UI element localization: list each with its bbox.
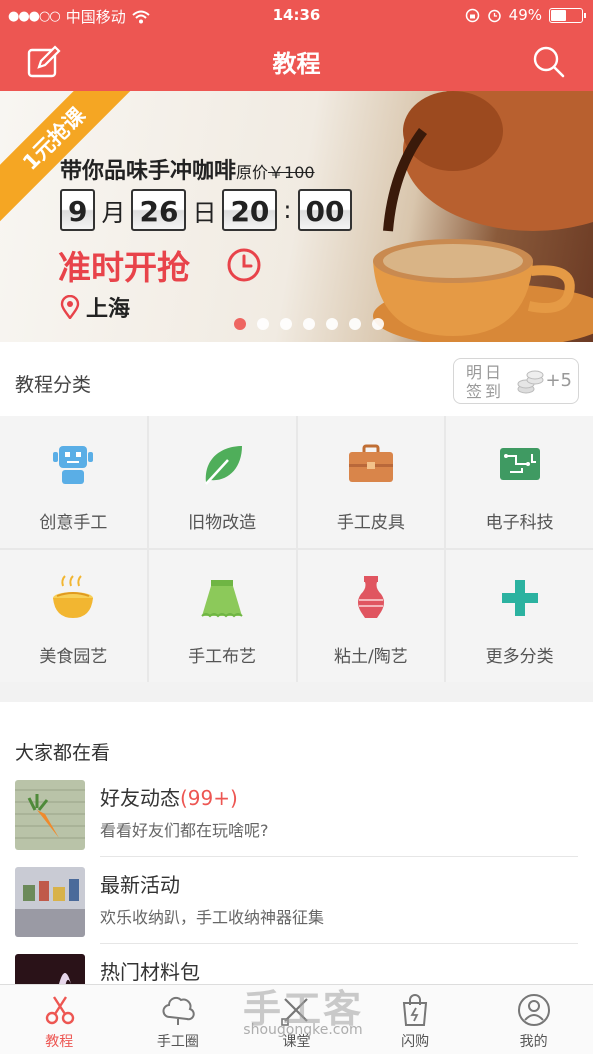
- list-item-title: 好友动态(99+): [100, 782, 238, 811]
- promo-title-text: 带你品味手冲咖啡: [60, 159, 237, 184]
- rotation-lock-icon: [465, 8, 479, 22]
- divider: [100, 943, 578, 944]
- category-food-garden[interactable]: 美食园艺: [0, 550, 147, 682]
- city-label: 上海: [86, 297, 131, 322]
- coffee-pour-image: [373, 91, 593, 342]
- tab-label: 课堂: [282, 1034, 311, 1050]
- list-item-subtitle: 看看好友们都在玩啥呢?: [100, 821, 269, 840]
- list-item-latest-events[interactable]: 最新活动 欢乐收纳趴，手工收纳神器征集: [15, 867, 578, 953]
- tab-tutorials[interactable]: 教程: [0, 985, 119, 1054]
- countdown-month-unit: 月: [101, 198, 126, 227]
- tab-label: 手工圈: [156, 1034, 199, 1050]
- carousel-dot[interactable]: [349, 318, 361, 330]
- category-label: 美食园艺: [39, 647, 108, 667]
- scissors-icon: [46, 996, 75, 1025]
- checkin-bonus: +5: [545, 370, 572, 391]
- category-label: 电子科技: [485, 513, 554, 533]
- category-more[interactable]: 更多分类: [446, 550, 593, 682]
- tab-classroom[interactable]: 课堂: [237, 985, 356, 1054]
- plus-icon: [501, 580, 538, 616]
- cloud-flower-icon: [162, 996, 195, 1025]
- friends-feed-thumbnail: [15, 780, 85, 850]
- tab-bar: 教程 手工圈 课堂 闪购 我的: [0, 984, 593, 1054]
- tab-flash-sale[interactable]: 闪购: [356, 985, 475, 1054]
- countdown-day-unit: 日: [192, 198, 217, 227]
- friends-feed-title: 好友动态: [100, 786, 180, 810]
- vase-icon: [357, 576, 384, 618]
- friends-feed-count: (99+): [180, 786, 238, 810]
- category-clay-ceramics[interactable]: 粘土/陶艺: [297, 550, 445, 682]
- top-bar: ●●●○○ 中国移动 14:36 49% 教程: [0, 0, 593, 91]
- tab-label: 教程: [45, 1034, 74, 1050]
- carousel-dot[interactable]: [372, 318, 384, 330]
- battery-percent: 49%: [508, 6, 542, 24]
- promo-slogan: 准时开抢: [58, 248, 190, 287]
- battery-icon: [549, 7, 586, 23]
- category-label: 粘土/陶艺: [334, 647, 408, 667]
- carousel-dot[interactable]: [234, 318, 246, 330]
- carousel-dots[interactable]: [234, 318, 384, 330]
- clock-icon: [227, 248, 261, 282]
- carousel-dot[interactable]: [257, 318, 269, 330]
- category-upcycling[interactable]: 旧物改造: [148, 416, 296, 548]
- category-electronics[interactable]: 电子科技: [446, 416, 593, 548]
- trending-section: 大家都在看 好友动态(99+) 看看好友们都在玩啥呢? 最新活动 欢乐收纳趴，手…: [0, 702, 593, 1024]
- robot-icon: [53, 446, 94, 484]
- category-label: 创意手工: [39, 513, 108, 533]
- promo-location: 上海: [60, 291, 130, 323]
- divider: [100, 856, 578, 857]
- trending-section-title: 大家都在看: [15, 742, 111, 764]
- list-item-title: 最新活动: [100, 873, 180, 897]
- countdown: 9 月 26 日 20 : 00: [60, 189, 353, 231]
- list-item-subtitle: 欢乐收纳趴，手工收纳神器征集: [100, 908, 325, 927]
- search-icon[interactable]: [531, 44, 567, 80]
- category-creative-craft[interactable]: 创意手工: [0, 416, 147, 548]
- skirt-icon: [201, 580, 243, 618]
- promo-title: 带你品味手冲咖啡原价￥100: [60, 153, 315, 185]
- location-pin-icon: [60, 295, 80, 319]
- carousel-dot[interactable]: [280, 318, 292, 330]
- tab-craft-circle[interactable]: 手工圈: [119, 985, 238, 1054]
- category-leather[interactable]: 手工皮具: [297, 416, 445, 548]
- noodle-bowl-icon: [53, 575, 94, 618]
- tab-label: 我的: [519, 1034, 548, 1050]
- status-bar: ●●●○○ 中国移动 14:36 49%: [0, 0, 593, 30]
- coins-icon: [517, 370, 544, 394]
- category-fabric[interactable]: 手工布艺: [148, 550, 296, 682]
- app-screen: ●●●○○ 中国移动 14:36 49% 教程 1元抢课 带你品味手冲咖啡原价￥…: [0, 0, 593, 1054]
- tab-label: 闪购: [401, 1034, 430, 1050]
- category-label: 手工布艺: [188, 647, 257, 667]
- countdown-day: 26: [131, 189, 187, 231]
- shopping-bag-icon: [402, 994, 428, 1026]
- pencil-ruler-icon: [281, 998, 309, 1026]
- tab-profile[interactable]: 我的: [474, 985, 593, 1054]
- promo-banner[interactable]: 1元抢课 带你品味手冲咖啡原价￥100 9 月 26 日 20 : 00 准时开…: [0, 91, 593, 342]
- latest-events-thumbnail: [15, 867, 85, 937]
- category-label: 手工皮具: [336, 513, 405, 533]
- leaf-icon: [205, 446, 243, 485]
- category-label: 旧物改造: [188, 513, 257, 533]
- checkin-label: 明日签到: [466, 363, 505, 401]
- countdown-minute: 00: [297, 189, 353, 231]
- category-section: 教程分类 明日签到 +5 创意手工 旧物改造 手工皮具 电子科技 美食园艺 手工…: [0, 342, 593, 682]
- category-label: 更多分类: [485, 647, 554, 667]
- alarm-icon: [487, 9, 501, 22]
- briefcase-icon: [348, 444, 393, 482]
- category-grid: 创意手工 旧物改造 手工皮具 电子科技 美食园艺 手工布艺 粘土/陶艺 更多分类: [0, 416, 593, 682]
- carousel-dot[interactable]: [326, 318, 338, 330]
- carousel-dot[interactable]: [303, 318, 315, 330]
- checkin-button[interactable]: 明日签到 +5: [453, 358, 579, 404]
- page-title: 教程: [272, 50, 321, 78]
- countdown-hour: 20: [222, 189, 278, 231]
- circuit-board-icon: [499, 448, 540, 480]
- countdown-separator: :: [283, 196, 292, 224]
- user-icon: [517, 994, 550, 1026]
- list-item-title: 热门材料包: [100, 960, 200, 984]
- original-price-label: 原价: [236, 163, 269, 182]
- list-item-friends-feed[interactable]: 好友动态(99+) 看看好友们都在玩啥呢?: [15, 780, 578, 866]
- category-section-title: 教程分类: [15, 374, 92, 396]
- original-price: ￥100: [268, 163, 315, 182]
- countdown-month: 9: [60, 189, 96, 231]
